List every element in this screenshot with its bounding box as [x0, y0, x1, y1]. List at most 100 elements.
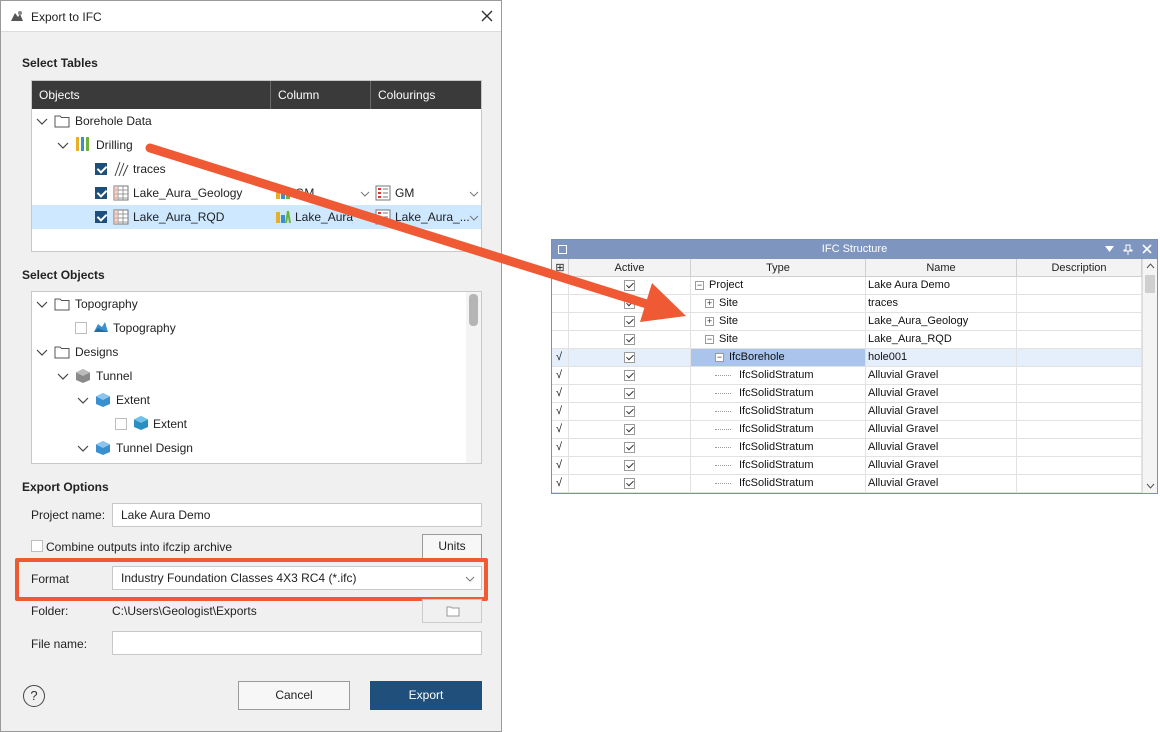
- ifc-row[interactable]: + Site traces: [552, 295, 1142, 313]
- ifc-row[interactable]: − Site Lake_Aura_RQD: [552, 331, 1142, 349]
- col-type[interactable]: Type: [691, 259, 866, 277]
- chevron-up-icon[interactable]: [1146, 263, 1155, 269]
- active-checkbox[interactable]: [624, 460, 635, 471]
- extent-checkbox[interactable]: [115, 418, 127, 430]
- active-checkbox[interactable]: [624, 316, 635, 327]
- active-checkbox[interactable]: [624, 478, 635, 489]
- chevron-down-icon[interactable]: [57, 370, 69, 382]
- active-checkbox[interactable]: [624, 352, 635, 363]
- name-cell[interactable]: Alluvial Gravel: [866, 457, 1017, 474]
- description-cell[interactable]: [1017, 457, 1142, 474]
- ifc-row[interactable]: + Site Lake_Aura_Geology: [552, 313, 1142, 331]
- ifc-row[interactable]: √ IfcSolidStratum Alluvial Gravel: [552, 385, 1142, 403]
- tree-item-topography[interactable]: Topography: [32, 316, 466, 340]
- name-cell[interactable]: Alluvial Gravel: [866, 403, 1017, 420]
- chevron-down-icon[interactable]: [57, 139, 69, 151]
- ifc-row[interactable]: √ IfcSolidStratum Alluvial Gravel: [552, 367, 1142, 385]
- description-cell[interactable]: [1017, 385, 1142, 402]
- description-cell[interactable]: [1017, 421, 1142, 438]
- tree-item-extent-group[interactable]: Extent: [32, 388, 466, 412]
- collapse-icon[interactable]: −: [715, 353, 724, 362]
- combine-outputs-label[interactable]: Combine outputs into ifczip archive: [46, 540, 232, 554]
- tree-item-lake-aura-geology[interactable]: Lake_Aura_Geology GM GM: [32, 181, 481, 205]
- name-cell[interactable]: Alluvial Gravel: [866, 439, 1017, 456]
- dropdown-icon[interactable]: [1105, 246, 1114, 253]
- description-cell[interactable]: [1017, 313, 1142, 330]
- column-chooser-icon[interactable]: ⊞: [552, 259, 569, 277]
- chevron-down-icon[interactable]: [36, 115, 48, 127]
- file-name-input[interactable]: [112, 631, 482, 655]
- topography-checkbox[interactable]: [75, 322, 87, 334]
- expand-icon[interactable]: +: [705, 299, 714, 308]
- description-cell[interactable]: [1017, 349, 1142, 366]
- chevron-down-icon[interactable]: [469, 190, 479, 198]
- export-button[interactable]: Export: [370, 681, 482, 710]
- name-cell[interactable]: Lake_Aura_Geology: [866, 313, 1017, 330]
- colouring-value[interactable]: GM: [395, 186, 414, 200]
- ifc-row[interactable]: √ IfcSolidStratum Alluvial Gravel: [552, 439, 1142, 457]
- tree-item-designs[interactable]: Designs: [32, 340, 466, 364]
- ifc-row[interactable]: √ IfcSolidStratum Alluvial Gravel: [552, 457, 1142, 475]
- close-icon[interactable]: [1142, 244, 1152, 254]
- chevron-down-icon[interactable]: [36, 346, 48, 358]
- rqd-checkbox[interactable]: [95, 211, 107, 223]
- geology-checkbox[interactable]: [95, 187, 107, 199]
- col-name[interactable]: Name: [866, 259, 1017, 277]
- column-value[interactable]: Lake_Aura_...: [295, 210, 353, 224]
- col-description[interactable]: Description: [1017, 259, 1142, 277]
- tree-item-borehole-data[interactable]: Borehole Data: [32, 109, 481, 133]
- pin-icon[interactable]: [1123, 244, 1133, 255]
- chevron-down-icon[interactable]: [77, 394, 89, 406]
- ifc-row[interactable]: √ − IfcBorehole hole001: [552, 349, 1142, 367]
- col-active[interactable]: Active: [569, 259, 691, 277]
- name-cell[interactable]: Alluvial Gravel: [866, 421, 1017, 438]
- help-icon[interactable]: ?: [23, 685, 45, 707]
- project-name-input[interactable]: Lake Aura Demo: [112, 503, 482, 527]
- tree-item-lake-aura-rqd[interactable]: Lake_Aura_RQD Lake_Aura_... Lake_Aura_..…: [32, 205, 481, 229]
- description-cell[interactable]: [1017, 403, 1142, 420]
- scrollbar-thumb[interactable]: [469, 294, 478, 326]
- ifc-row[interactable]: √ IfcSolidStratum Alluvial Gravel: [552, 403, 1142, 421]
- collapse-icon[interactable]: −: [705, 335, 714, 344]
- active-checkbox[interactable]: [624, 298, 635, 309]
- tree-item-topography-folder[interactable]: Topography: [32, 292, 466, 316]
- browse-folder-button[interactable]: [422, 599, 482, 623]
- column-value[interactable]: GM: [295, 186, 314, 200]
- name-cell[interactable]: Alluvial Gravel: [866, 475, 1017, 492]
- active-checkbox[interactable]: [624, 370, 635, 381]
- collapse-icon[interactable]: −: [695, 281, 704, 290]
- tree-item-tunnel-design[interactable]: Tunnel Design: [32, 436, 466, 460]
- tree-item-extent[interactable]: Extent: [32, 412, 466, 436]
- ifc-row[interactable]: √ IfcSolidStratum Alluvial Gravel: [552, 475, 1142, 493]
- ifc-scrollbar[interactable]: [1142, 259, 1157, 493]
- traces-checkbox[interactable]: [95, 163, 107, 175]
- col-column[interactable]: Column: [271, 81, 371, 109]
- units-button[interactable]: Units: [422, 534, 482, 559]
- ifc-row[interactable]: − Project Lake Aura Demo: [552, 277, 1142, 295]
- description-cell[interactable]: [1017, 475, 1142, 492]
- active-checkbox[interactable]: [624, 424, 635, 435]
- objects-scrollbar[interactable]: [466, 292, 481, 463]
- name-cell[interactable]: traces: [866, 295, 1017, 312]
- tree-item-tunnel[interactable]: Tunnel: [32, 364, 466, 388]
- active-checkbox[interactable]: [624, 406, 635, 417]
- name-cell[interactable]: hole001: [866, 349, 1017, 366]
- description-cell[interactable]: [1017, 331, 1142, 348]
- description-cell[interactable]: [1017, 367, 1142, 384]
- description-cell[interactable]: [1017, 277, 1142, 294]
- active-checkbox[interactable]: [624, 280, 635, 291]
- name-cell[interactable]: Lake_Aura_RQD: [866, 331, 1017, 348]
- description-cell[interactable]: [1017, 295, 1142, 312]
- tree-item-drilling[interactable]: Drilling: [32, 133, 481, 157]
- name-cell[interactable]: Alluvial Gravel: [866, 367, 1017, 384]
- chevron-down-icon[interactable]: [469, 214, 479, 222]
- scrollbar-thumb[interactable]: [1145, 275, 1155, 293]
- cancel-button[interactable]: Cancel: [238, 681, 350, 710]
- colouring-value[interactable]: Lake_Aura_...: [395, 210, 470, 224]
- col-objects[interactable]: Objects: [32, 81, 271, 109]
- col-colourings[interactable]: Colourings: [371, 81, 481, 109]
- ifc-row[interactable]: √ IfcSolidStratum Alluvial Gravel: [552, 421, 1142, 439]
- active-checkbox[interactable]: [624, 388, 635, 399]
- active-checkbox[interactable]: [624, 442, 635, 453]
- name-cell[interactable]: Lake Aura Demo: [866, 277, 1017, 294]
